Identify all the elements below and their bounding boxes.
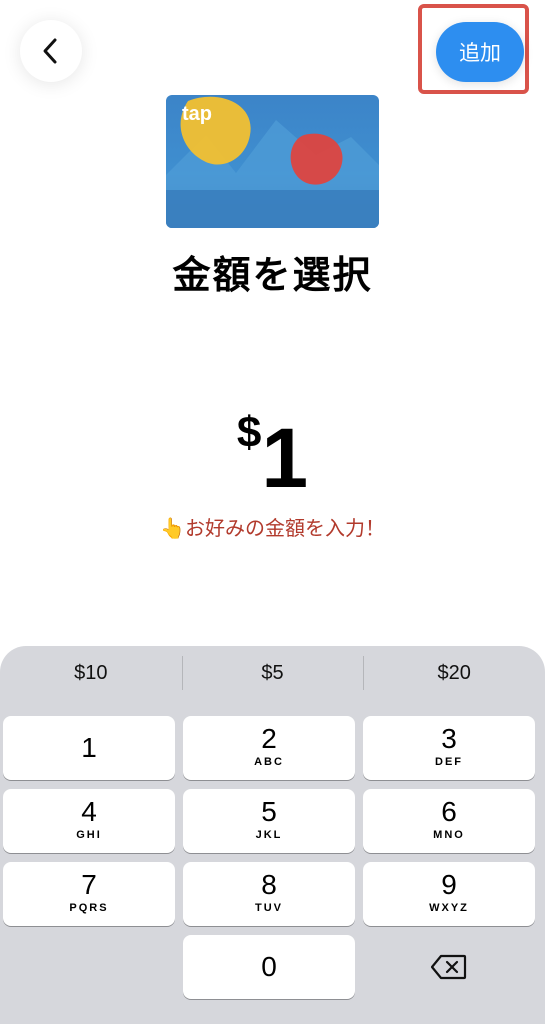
key-5[interactable]: 5 JKL (183, 789, 355, 853)
quick-amount-10[interactable]: $10 (0, 646, 182, 700)
hint-text: 👆お好みの金額を入力！ (160, 516, 385, 540)
key-number: 1 (81, 732, 97, 763)
delete-key[interactable] (363, 935, 535, 999)
key-number: 9 (441, 869, 457, 900)
key-number: 0 (261, 951, 277, 982)
amount-value: 1 (261, 411, 309, 505)
screen: 追加 tap 金額を選択 $1 👆お好みの金額を入力！ $10 $5 $20 1… (0, 0, 545, 1024)
currency-symbol: $ (236, 408, 262, 457)
key-letters: PQRS (69, 902, 109, 914)
key-number: 7 (81, 869, 97, 900)
transit-card-image: tap (166, 95, 379, 228)
key-letters: MNO (433, 829, 465, 841)
key-4[interactable]: 4 GHI (3, 789, 175, 853)
key-number: 4 (81, 796, 97, 827)
key-1[interactable]: 1 (3, 716, 175, 780)
key-letters: ABC (254, 756, 284, 768)
numeric-keypad: $10 $5 $20 1 2 ABC 3 DEF 4 GHI 5 JKL 6 M… (0, 646, 545, 1024)
back-button[interactable] (20, 20, 82, 82)
key-number: 6 (441, 796, 457, 827)
quick-amount-row: $10 $5 $20 (0, 646, 545, 700)
key-9[interactable]: 9 WXYZ (363, 862, 535, 926)
amount-display: $1 (0, 408, 545, 507)
chevron-left-icon (43, 38, 57, 64)
key-number: 3 (441, 723, 457, 754)
key-letters: DEF (435, 756, 463, 768)
key-2[interactable]: 2 ABC (183, 716, 355, 780)
key-number: 2 (261, 723, 277, 754)
card-brand-logo: tap (182, 103, 212, 125)
add-button[interactable]: 追加 (436, 22, 524, 82)
key-6[interactable]: 6 MNO (363, 789, 535, 853)
key-letters: JKL (255, 829, 283, 841)
key-letters: WXYZ (429, 902, 469, 914)
key-8[interactable]: 8 TUV (183, 862, 355, 926)
key-7[interactable]: 7 PQRS (3, 862, 175, 926)
quick-amount-5[interactable]: $5 (181, 646, 364, 700)
backspace-icon (431, 954, 467, 980)
key-number: 8 (261, 869, 277, 900)
key-0[interactable]: 0 (183, 935, 355, 999)
page-title: 金額を選択 (172, 253, 373, 297)
key-number: 5 (261, 796, 277, 827)
quick-amount-20[interactable]: $20 (363, 646, 545, 700)
key-letters: GHI (76, 829, 102, 841)
key-3[interactable]: 3 DEF (363, 716, 535, 780)
key-letters: TUV (255, 902, 283, 914)
